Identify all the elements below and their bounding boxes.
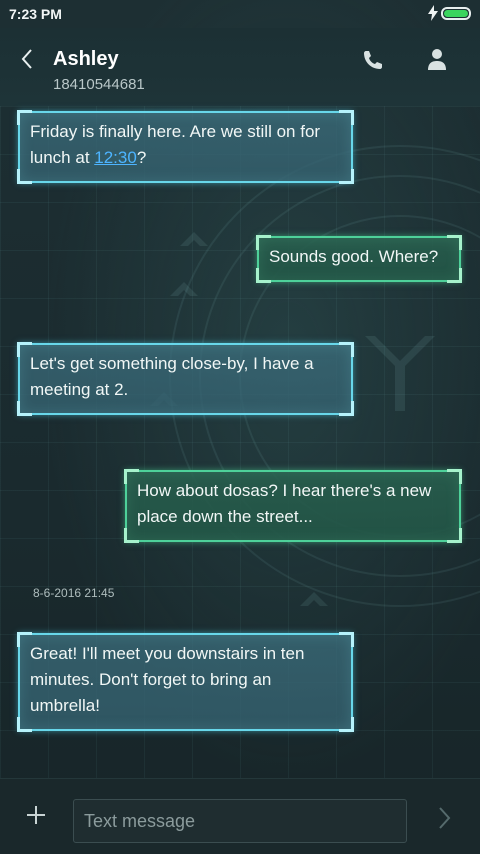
message-text: Sounds good. Where? [269,247,439,266]
plus-icon[interactable] [24,803,48,827]
message-bubble-outgoing[interactable]: How about dosas? I hear there's a new pl… [124,469,462,543]
conversation-header: Ashley 18410544681 [0,28,480,106]
battery-icon [441,7,471,20]
message-text-end: ? [136,148,147,167]
phone-icon[interactable] [361,48,385,72]
status-time: 7:23 PM [9,6,62,22]
message-bubble-incoming[interactable]: Let's get something close-by, I have a m… [17,342,354,416]
message-text: How about dosas? I hear there's a new pl… [137,481,432,526]
send-icon[interactable] [432,805,456,831]
time-link[interactable]: 12:30 [94,148,137,167]
contact-name: Ashley [53,48,119,70]
back-arrow-icon[interactable] [16,46,40,72]
compose-bar [0,778,480,854]
status-bar: 7:23 PM [0,0,480,28]
contact-number: 18410544681 [53,76,145,93]
message-bubble-incoming[interactable]: Great! I'll meet you downstairs in ten m… [17,632,354,732]
lightning-icon [428,5,438,21]
message-input[interactable] [73,799,407,843]
message-timestamp: 8-6-2016 21:45 [33,586,115,600]
message-bubble-incoming[interactable]: Friday is finally here. Are we still on … [17,110,354,184]
message-bubble-outgoing[interactable]: Sounds good. Where? [256,235,462,283]
contact-icon[interactable] [425,46,449,72]
message-text: Let's get something close-by, I have a m… [30,354,314,399]
message-text: Friday is finally here. Are we still on … [30,122,321,167]
message-text: Great! I'll meet you downstairs in ten m… [30,644,305,715]
